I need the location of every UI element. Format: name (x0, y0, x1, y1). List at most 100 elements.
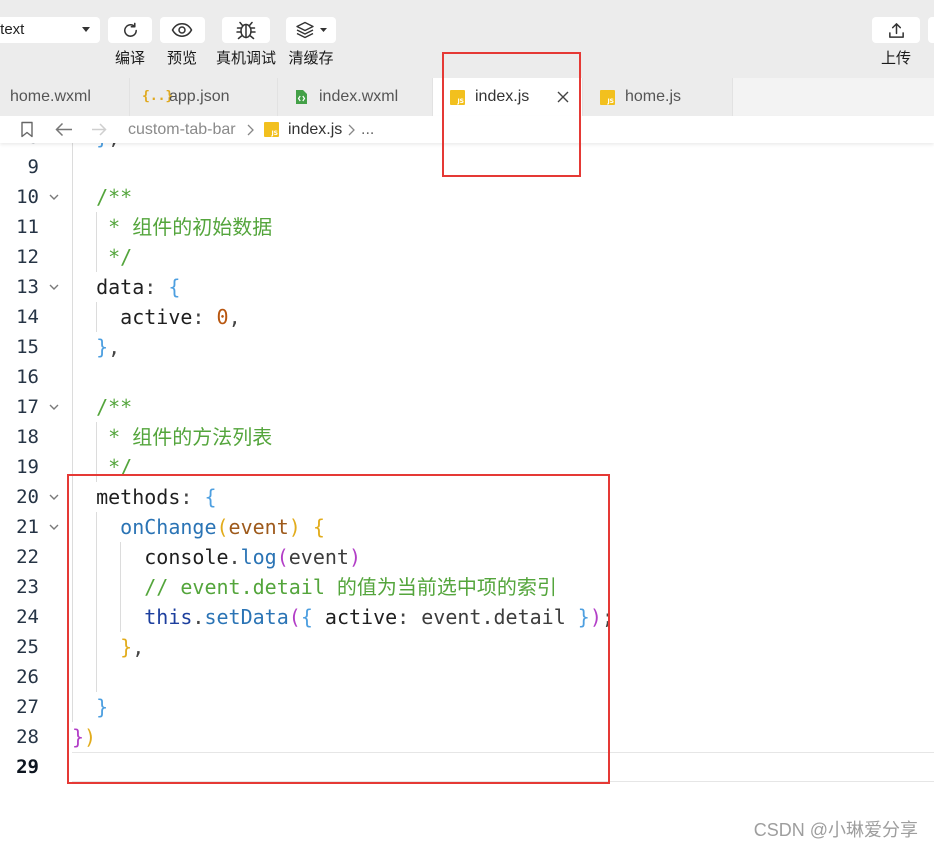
line-number: 10 (16, 186, 39, 208)
code-line[interactable]: 13 data: { (0, 272, 934, 302)
tab-label: home.wxml (10, 88, 91, 105)
dropdown-caret-icon (82, 27, 90, 32)
code-line[interactable]: 12 */ (0, 242, 934, 272)
line-number: 27 (16, 696, 39, 718)
code-token: : (192, 305, 217, 329)
dropdown-caret-icon (320, 28, 327, 32)
code-token: /** (72, 395, 133, 419)
code-line[interactable]: 11 * 组件的初始数据 (0, 212, 934, 242)
breadcrumb-chevron-icon (246, 124, 255, 136)
annotation-highlight-box (67, 474, 610, 784)
tab-app-json[interactable]: app.json (130, 78, 278, 116)
preview-label: 预览 (166, 50, 197, 67)
code-token: { (168, 275, 181, 299)
tab-index-wxml[interactable]: index.wxml (278, 78, 433, 116)
fold-chevron-icon[interactable] (47, 490, 61, 504)
tab-label: home.js (625, 88, 682, 105)
code-line[interactable]: 15 }, (0, 332, 934, 362)
preview-button[interactable] (159, 17, 205, 43)
compile-mode-select[interactable]: /text (0, 17, 100, 43)
tab-home-wxml[interactable]: home.wxml (0, 78, 130, 116)
line-number: 29 (16, 756, 39, 778)
line-number: 23 (16, 576, 39, 598)
line-number: 17 (16, 396, 39, 418)
compile-button[interactable] (108, 17, 152, 43)
code-token: , (228, 305, 241, 329)
devtools-window: /text 编译 预览 (0, 0, 934, 850)
clear-cache-button[interactable] (286, 17, 336, 43)
code-text: */ (72, 242, 132, 272)
tab-label: app.json (169, 88, 230, 105)
line-number: 28 (16, 726, 39, 748)
code-text: active: 0, (72, 302, 241, 332)
line-number: 13 (16, 276, 39, 298)
refresh-icon (121, 21, 140, 40)
code-token: 0 (216, 305, 229, 329)
code-token: * 组件的初始数据 (72, 215, 273, 239)
upload-button[interactable] (872, 17, 920, 43)
code-text: * 组件的初始数据 (72, 212, 272, 242)
fold-chevron-icon[interactable] (47, 280, 61, 294)
code-token: * 组件的方法列表 (72, 425, 273, 449)
code-token: } (72, 335, 109, 359)
annotation-highlight-box (442, 52, 581, 177)
js-file-icon (264, 122, 279, 137)
fold-chevron-icon[interactable] (47, 400, 61, 414)
code-line[interactable]: 18 * 组件的方法列表 (0, 422, 934, 452)
compile-tool: 编译 (104, 17, 156, 68)
line-number: 24 (16, 606, 39, 628)
line-number: 9 (27, 156, 39, 178)
code-token: : (144, 275, 169, 299)
breadcrumb-folder[interactable]: custom-tab-bar (128, 116, 236, 143)
back-arrow-icon[interactable] (55, 122, 73, 137)
eye-icon (171, 22, 193, 38)
code-text: /** (72, 182, 132, 212)
code-token: , (108, 335, 121, 359)
clear-cache-tool: 清缓存 (280, 17, 342, 68)
bookmark-icon[interactable] (20, 121, 34, 138)
code-text: data: { (72, 272, 180, 302)
bug-icon (235, 20, 257, 40)
tab-home-js[interactable]: home.js (583, 78, 733, 116)
line-number: 15 (16, 336, 39, 358)
upload-tool: 上传 (868, 17, 924, 68)
code-text: * 组件的方法列表 (72, 422, 272, 452)
line-number: 11 (16, 216, 39, 238)
line-number: 26 (16, 666, 39, 688)
line-number: 20 (16, 486, 39, 508)
preview-tool: 预览 (156, 17, 208, 68)
forward-arrow-icon[interactable] (91, 122, 107, 137)
fold-chevron-icon[interactable] (47, 190, 61, 204)
remote-debug-button[interactable] (222, 17, 270, 43)
code-token: /** (72, 185, 133, 209)
code-token: active (72, 305, 193, 329)
code-line[interactable]: 16 (0, 362, 934, 392)
breadcrumb-file[interactable]: index.js (288, 116, 342, 143)
line-number: 22 (16, 546, 39, 568)
clear-cache-label: 清缓存 (288, 50, 334, 67)
remote-debug-tool: 真机调试 (214, 17, 278, 68)
fold-chevron-icon[interactable] (47, 520, 61, 534)
compile-mode-value: /text (0, 21, 25, 38)
toolbar-button-partial[interactable] (928, 17, 934, 43)
code-text: /** (72, 392, 132, 422)
code-line[interactable]: 14 active: 0, (0, 302, 934, 332)
breadcrumb-more[interactable]: ... (361, 116, 374, 143)
breadcrumb-chevron-icon (347, 124, 356, 136)
code-text: }, (72, 332, 120, 362)
js-file-icon (600, 89, 615, 105)
remote-debug-label: 真机调试 (215, 50, 276, 67)
line-number: 25 (16, 636, 39, 658)
compile-label: 编译 (114, 50, 145, 67)
line-number: 16 (16, 366, 39, 388)
line-number: 12 (16, 246, 39, 268)
code-token: data (72, 275, 145, 299)
json-file-icon (142, 89, 162, 105)
code-line[interactable]: 10 /** (0, 182, 934, 212)
upload-icon (887, 21, 906, 40)
code-token: */ (72, 245, 133, 269)
layers-icon (295, 21, 315, 39)
code-line[interactable]: 17 /** (0, 392, 934, 422)
line-number: 14 (16, 306, 39, 328)
line-number: 21 (16, 516, 39, 538)
